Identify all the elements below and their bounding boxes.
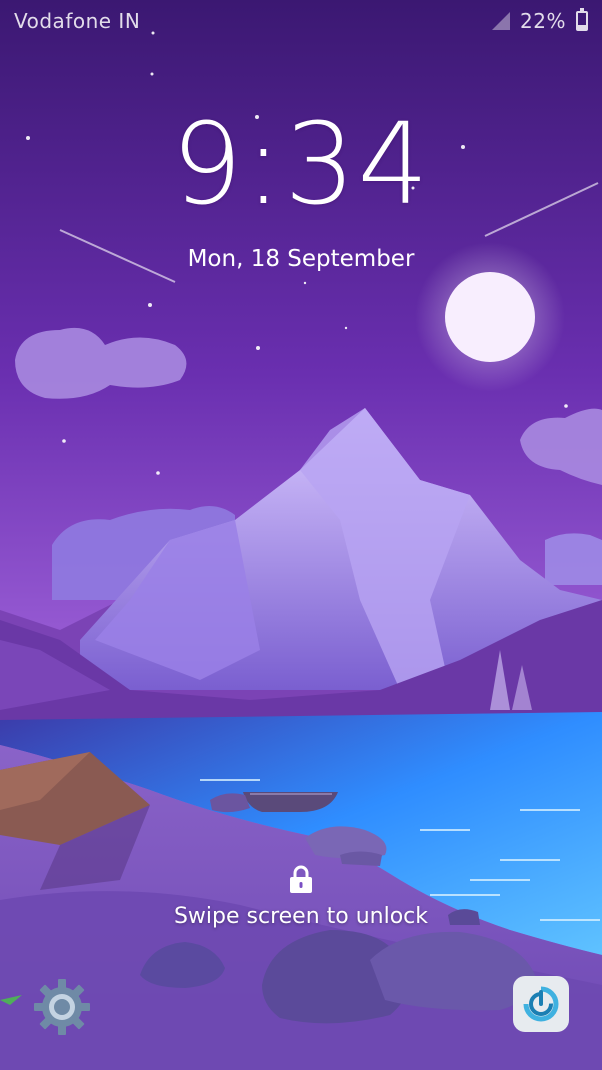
signal-icon [492, 12, 511, 30]
lock-screen-date: Mon, 18 September [187, 246, 415, 272]
settings-gear-icon[interactable] [30, 975, 94, 1039]
carrier-name: Vodafone IN [14, 9, 141, 33]
swipe-to-unlock-hint[interactable]: Swipe screen to unlock [0, 904, 602, 929]
battery-level-fill [578, 25, 586, 29]
power-refresh-icon[interactable] [512, 975, 570, 1033]
lock-screen-clock: 9:34 [171, 100, 431, 230]
status-bar: Vodafone IN 22% [0, 0, 602, 42]
lock-icon [290, 865, 312, 893]
battery-percent: 22% [520, 9, 566, 33]
battery-icon [576, 8, 588, 31]
status-indicators: 22% [490, 8, 588, 33]
